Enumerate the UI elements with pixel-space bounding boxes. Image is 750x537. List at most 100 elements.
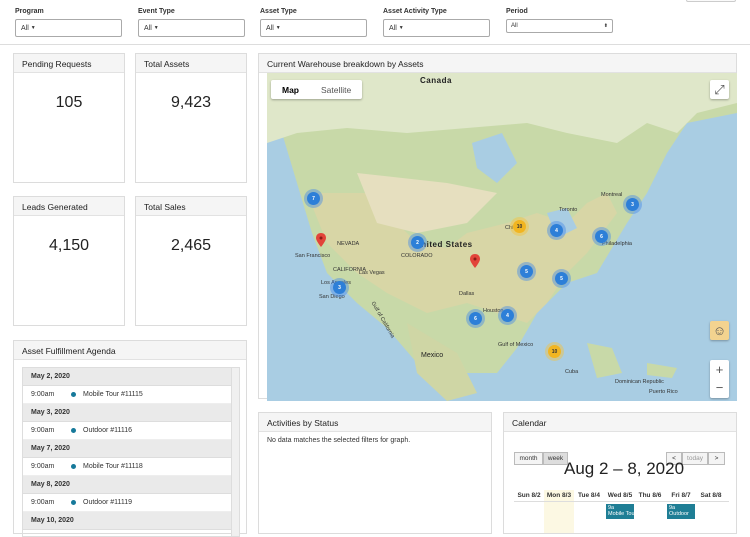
agenda-date-header: May 7, 2020	[23, 440, 239, 458]
program-select[interactable]: All ▼	[15, 19, 122, 37]
map-cluster-marker[interactable]: 10	[513, 220, 526, 233]
program-select-value: All	[21, 24, 29, 32]
agenda-event-title: Mobile Tour #11118	[83, 463, 143, 470]
warehouse-map-title: Current Warehouse breakdown by Assets	[259, 54, 736, 73]
agenda-event-time: 9:00am	[31, 391, 55, 398]
map-label-cuba: Cuba	[565, 369, 579, 375]
agenda-event-time: 9:00am	[31, 427, 55, 434]
map-cluster-marker[interactable]: 2	[411, 236, 424, 249]
agenda-event[interactable]: 9:00am Outdoor #11119	[23, 494, 239, 512]
agenda-date-header: May 8, 2020	[23, 476, 239, 494]
calendar-event[interactable]: 9a Mobile Tour	[606, 504, 634, 519]
calendar-title: Calendar	[504, 413, 736, 432]
calendar-day-header: Tue 8/4	[578, 492, 600, 499]
map-label-california: CALIFORNIA	[333, 267, 367, 273]
agenda-event[interactable]: 9:00am Mobile Tour #11115	[23, 386, 239, 404]
map-tab-satellite[interactable]: Satellite	[310, 80, 362, 99]
zoom-in-icon[interactable]: +	[716, 361, 724, 379]
map-cluster-marker[interactable]: 5	[520, 265, 533, 278]
warehouse-map-panel: Current Warehouse breakdown by Assets Ma…	[258, 53, 737, 401]
total-sales-panel: Total Sales 2,465	[135, 196, 247, 326]
map-label-puerto-rico: Puerto Rico	[649, 389, 678, 395]
asset-activity-type-select-value: All	[389, 24, 397, 32]
map-cluster-marker[interactable]: 4	[550, 224, 563, 237]
asset-fulfillment-agenda-panel: Asset Fulfillment Agenda May 2, 2020 9:0…	[13, 340, 247, 537]
map-label-canada: Canada	[420, 76, 452, 85]
map-label-san-diego: San Diego	[319, 294, 345, 300]
map-label-toronto: Toronto	[559, 207, 578, 213]
fullscreen-icon[interactable]: ⤢	[710, 80, 729, 99]
calendar-event[interactable]: 9a Outdoor	[667, 504, 695, 519]
map-pin-icon[interactable]	[316, 233, 326, 247]
period-filter: Period All ⬍	[506, 8, 613, 33]
zoom-out-icon[interactable]: −	[716, 379, 724, 397]
calendar-day-header: Sat 8/8	[700, 492, 722, 499]
map-cluster-marker[interactable]: 3	[626, 198, 639, 211]
event-dot-icon	[71, 428, 76, 433]
agenda-event-time: 9:00am	[31, 499, 55, 506]
agenda-event-title: Outdoor #11119	[83, 499, 133, 506]
period-filter-label: Period	[506, 8, 528, 15]
program-filter: Program All ▼	[15, 8, 122, 37]
map-cluster-marker[interactable]: 4	[501, 309, 514, 322]
total-sales-label: Total Sales	[136, 197, 246, 216]
calendar-range-title: Aug 2 – 8, 2020	[564, 459, 685, 478]
pending-requests-label: Pending Requests	[14, 54, 124, 73]
calendar-day-header: Fri 8/7	[671, 492, 691, 499]
street-view-pegman-icon[interactable]: ☺	[710, 321, 729, 340]
pending-requests-panel: Pending Requests 105	[13, 53, 125, 183]
top-right-button[interactable]	[686, 0, 736, 2]
calendar-today-button[interactable]: today	[682, 452, 708, 465]
event-dot-icon	[71, 464, 76, 469]
calendar-day-header: Wed 8/5	[607, 492, 633, 499]
event-type-select-value: All	[144, 24, 152, 32]
caret-down-icon: ▼	[30, 25, 36, 31]
filter-bar: Program All ▼ Event Type All ▼ Asset Type …	[0, 0, 750, 45]
zoom-control: + −	[710, 360, 729, 398]
agenda-event[interactable]: 9:00am Mobile Tour #11118	[23, 458, 239, 476]
calendar-month-button[interactable]: month	[514, 452, 543, 465]
asset-activity-type-select[interactable]: All ▼	[383, 19, 490, 37]
agenda-date-header: May 2, 2020	[23, 368, 239, 386]
agenda-scrollbar[interactable]	[231, 368, 239, 536]
activities-empty-message: No data matches the selected filters for…	[267, 437, 411, 444]
map-type-tabs: Map Satellite	[271, 80, 363, 99]
map-label-san-francisco: San Francisco	[295, 253, 331, 259]
map-cluster-marker[interactable]: 10	[548, 345, 561, 358]
total-sales-value: 2,465	[170, 237, 212, 254]
leads-generated-value: 4,150	[48, 237, 90, 254]
period-select[interactable]: All ⬍	[506, 19, 613, 33]
map-label-colorado: COLORADO	[401, 253, 433, 259]
agenda-event[interactable]: 9:00am Outdoor #11116	[23, 422, 239, 440]
calendar-day-header: Thu 8/6	[638, 492, 662, 499]
map-cluster-marker[interactable]: 3	[333, 281, 346, 294]
event-dot-icon	[71, 392, 76, 397]
map-cluster-marker[interactable]: 5	[555, 272, 568, 285]
map-label-dallas: Dallas	[459, 291, 475, 297]
map-tab-map[interactable]: Map	[271, 80, 310, 99]
asset-activity-type-filter: Asset Activity Type All ▼	[383, 8, 490, 37]
map-pin-icon[interactable]	[470, 254, 480, 268]
map-label-nevada: NEVADA	[337, 241, 360, 247]
event-type-select[interactable]: All ▼	[138, 19, 245, 37]
map-cluster-marker[interactable]: 6	[595, 230, 608, 243]
leads-generated-label: Leads Generated	[14, 197, 124, 216]
event-type-filter-label: Event Type	[138, 8, 175, 15]
map-label-gulf-of-mexico: Gulf of Mexico	[498, 342, 534, 348]
period-select-value: All	[511, 23, 518, 29]
map-cluster-marker[interactable]: 7	[307, 192, 320, 205]
agenda-list[interactable]: May 2, 2020 9:00am Mobile Tour #11115 May…	[22, 367, 240, 537]
map-canvas[interactable]: Map Satellite ⤢ ☺ + − Canada United Stat…	[267, 73, 737, 401]
calendar-next-button[interactable]: >	[708, 452, 725, 465]
leads-generated-panel: Leads Generated 4,150	[13, 196, 125, 326]
asset-type-select-value: All	[266, 24, 274, 32]
calendar-day-header: Sun 8/2	[517, 492, 541, 499]
total-assets-panel: Total Assets 9,423	[135, 53, 247, 183]
asset-type-select[interactable]: All ▼	[260, 19, 367, 37]
caret-down-icon: ▼	[398, 25, 404, 31]
calendar-day-header: Mon 8/3	[546, 492, 572, 499]
calendar-event-title: Mobile Tour	[608, 511, 634, 517]
caret-down-icon: ▼	[275, 25, 281, 31]
activities-by-status-panel: Activities by Status No data matches the…	[258, 412, 492, 534]
map-cluster-marker[interactable]: 6	[469, 312, 482, 325]
